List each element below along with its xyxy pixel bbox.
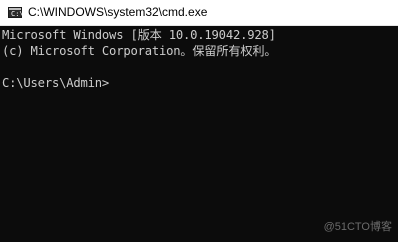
- console-output[interactable]: Microsoft Windows [版本 10.0.19042.928] (c…: [0, 26, 398, 242]
- console-line-copyright: (c) Microsoft Corporation。保留所有权利。: [2, 44, 277, 58]
- watermark: @51CTO博客: [323, 221, 392, 233]
- cmd-icon[interactable]: C:\: [8, 7, 24, 18]
- window-title: C:\WINDOWS\system32\cmd.exe: [28, 5, 208, 19]
- title-bar[interactable]: C:\ C:\WINDOWS\system32\cmd.exe: [0, 0, 398, 26]
- cmd-icon-prompt: C:\: [11, 10, 24, 18]
- console-line-version: Microsoft Windows [版本 10.0.19042.928]: [2, 28, 276, 42]
- console-prompt[interactable]: C:\Users\Admin>: [2, 76, 109, 91]
- cmd-window: C:\ C:\WINDOWS\system32\cmd.exe Microsof…: [0, 0, 398, 242]
